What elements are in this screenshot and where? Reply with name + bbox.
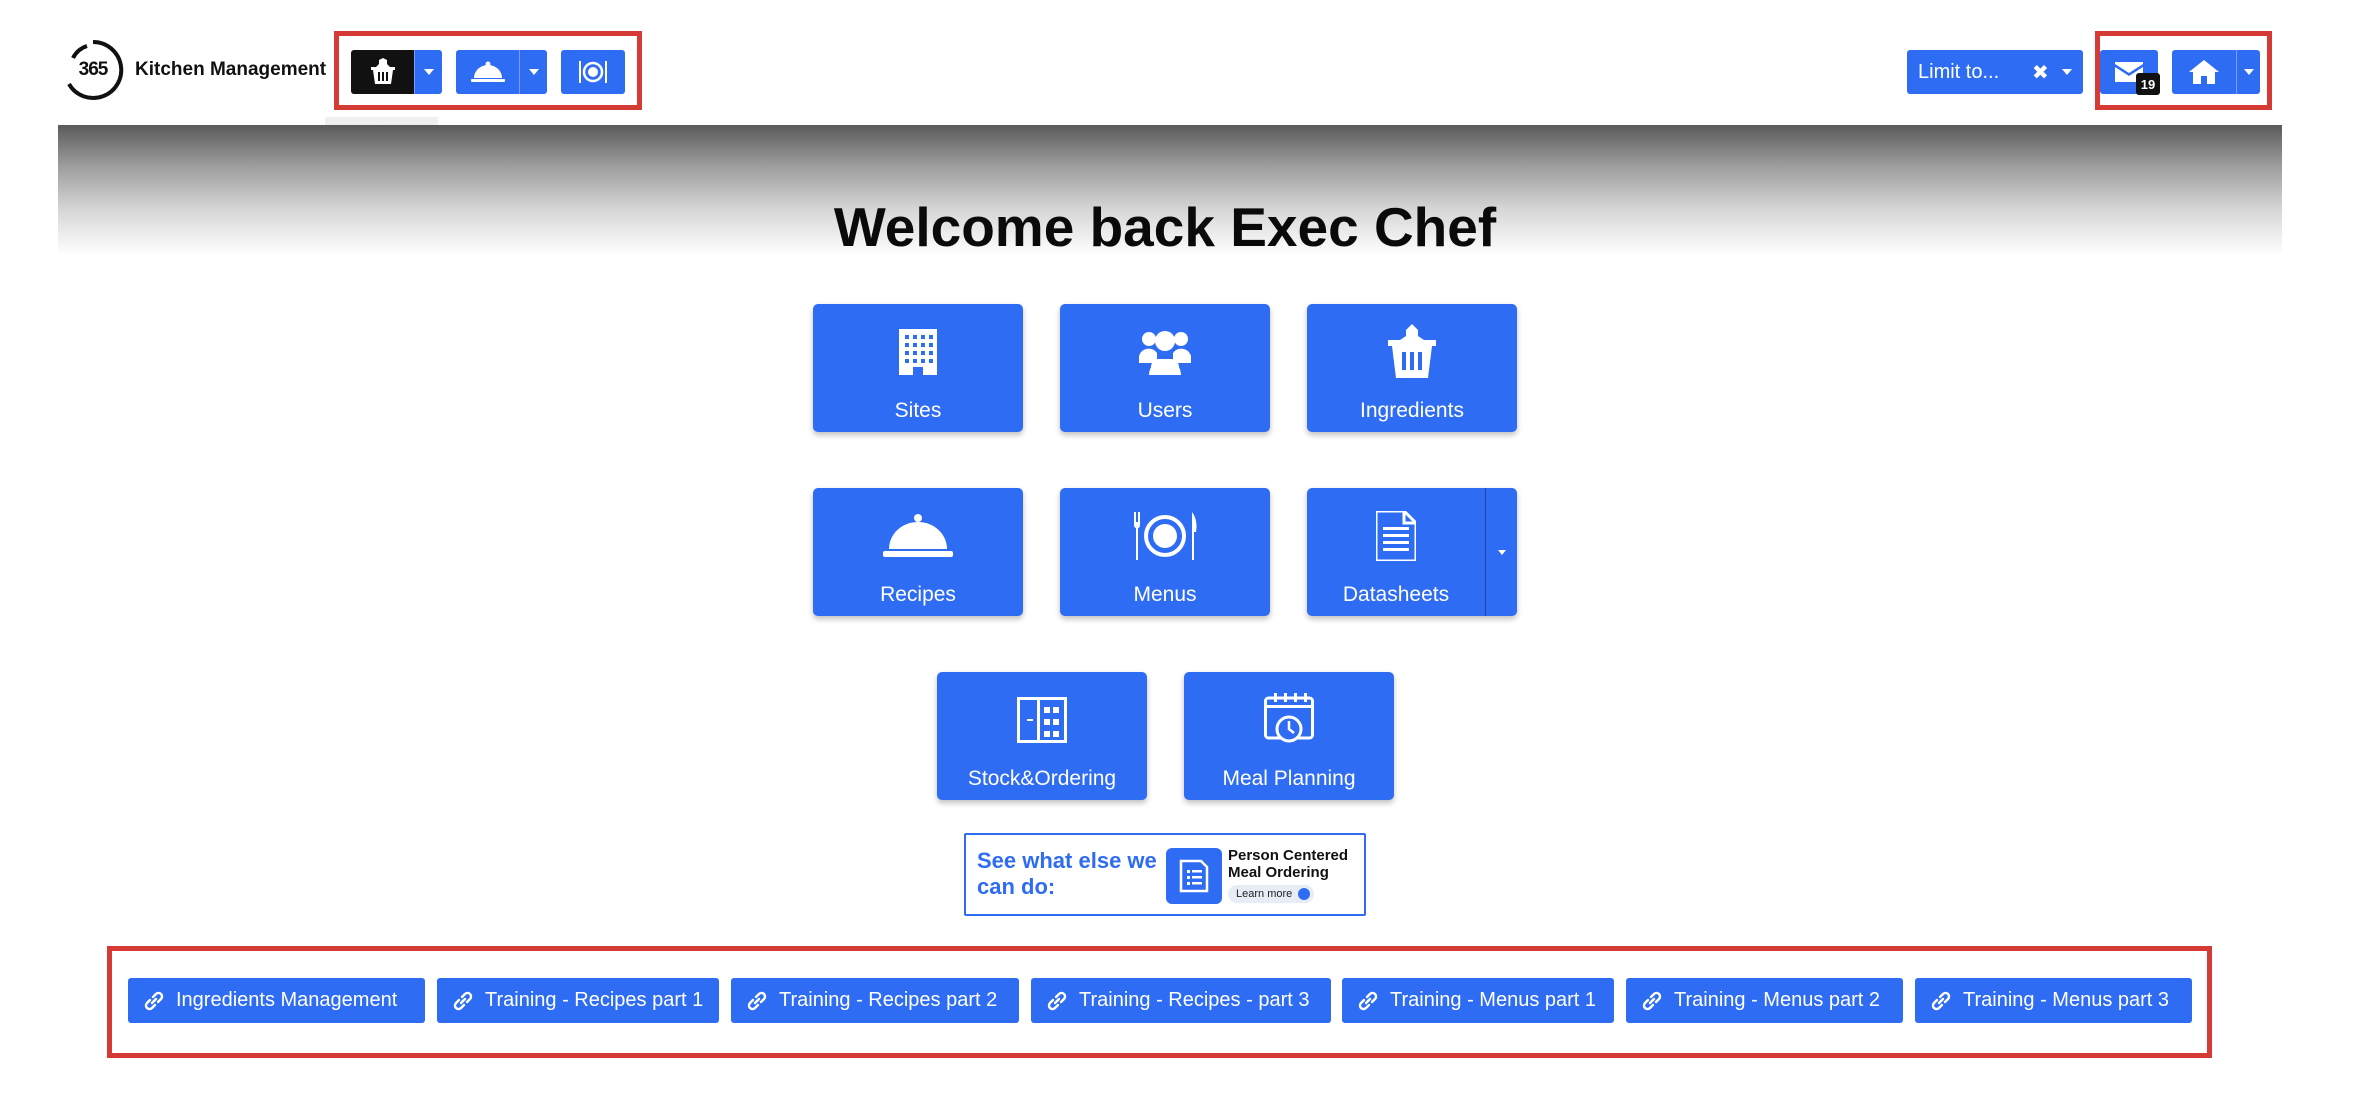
link-icon bbox=[144, 991, 164, 1010]
link-icon bbox=[1358, 991, 1378, 1010]
chevron-down-icon bbox=[528, 69, 539, 75]
arrow-circle-icon bbox=[1298, 888, 1311, 900]
basket-icon bbox=[370, 58, 395, 84]
tile-label: Datasheets bbox=[1342, 583, 1450, 606]
users-icon bbox=[1139, 331, 1191, 375]
link-training-menus-2[interactable]: Training - Menus part 2 bbox=[1626, 978, 1903, 1023]
home-button[interactable] bbox=[2172, 50, 2236, 94]
link-icon bbox=[747, 991, 767, 1010]
ingredients-dropdown-toggle[interactable] bbox=[414, 50, 442, 94]
link-training-menus-3[interactable]: Training - Menus part 3 bbox=[1915, 978, 2192, 1023]
chevron-down-icon[interactable] bbox=[2062, 69, 2072, 75]
tile-label: Menus bbox=[1133, 583, 1197, 606]
cloche-icon bbox=[470, 61, 505, 82]
message-count-badge: 19 bbox=[2136, 73, 2160, 95]
link-label: Ingredients Management bbox=[176, 989, 398, 1011]
tile-datasheets[interactable]: Datasheets bbox=[1307, 488, 1517, 616]
chevron-down-icon bbox=[423, 69, 434, 75]
tile-label: Recipes bbox=[880, 583, 956, 606]
page-title: Welcome back Exec Chef bbox=[833, 196, 1497, 258]
link-label: Training - Menus part 3 bbox=[1963, 989, 2170, 1011]
learn-more-button[interactable]: Learn more bbox=[1228, 885, 1315, 903]
tile-stock-ordering[interactable]: Stock&Ordering bbox=[937, 672, 1147, 800]
home-dropdown-toggle[interactable] bbox=[2236, 50, 2260, 94]
chevron-down-icon bbox=[2243, 69, 2254, 75]
recipes-dropdown-toggle[interactable] bbox=[519, 50, 547, 94]
link-label: Training - Menus part 1 bbox=[1390, 989, 1597, 1011]
promo-title: Person Centered Meal Ordering bbox=[1228, 847, 1349, 881]
tile-menus[interactable]: Menus bbox=[1060, 488, 1270, 616]
promo-document-icon bbox=[1166, 848, 1222, 904]
building-icon bbox=[899, 329, 937, 375]
link-label: Training - Menus part 2 bbox=[1674, 989, 1881, 1011]
link-training-recipes-2[interactable]: Training - Recipes part 2 bbox=[731, 978, 1019, 1023]
link-ingredients-management[interactable]: Ingredients Management bbox=[128, 978, 425, 1023]
tile-label: Meal Planning bbox=[1222, 767, 1356, 790]
limit-to-filter[interactable]: Limit to... ✖ bbox=[1907, 50, 2083, 94]
plate-cutlery-icon bbox=[1134, 512, 1197, 560]
plate-cutlery-icon bbox=[579, 61, 607, 83]
tile-label: Sites bbox=[894, 399, 942, 422]
link-training-menus-1[interactable]: Training - Menus part 1 bbox=[1342, 978, 1614, 1023]
tile-label: Users bbox=[1137, 399, 1193, 422]
logo-circle-icon: 365 bbox=[61, 38, 125, 102]
link-label: Training - Recipes - part 3 bbox=[1079, 989, 1310, 1011]
link-icon bbox=[453, 991, 473, 1010]
tile-users[interactable]: Users bbox=[1060, 304, 1270, 432]
menus-shortcut-button[interactable] bbox=[561, 50, 625, 94]
tile-label: Ingredients bbox=[1360, 399, 1464, 422]
shelves-icon bbox=[1017, 697, 1067, 743]
tile-sites[interactable]: Sites bbox=[813, 304, 1023, 432]
document-icon bbox=[1376, 511, 1416, 561]
top-navbar: 365 Kitchen Management Ingredients Lim bbox=[0, 0, 2380, 155]
home-icon bbox=[2189, 60, 2219, 84]
clear-filter-icon[interactable]: ✖ bbox=[2032, 60, 2049, 85]
link-icon bbox=[1642, 991, 1662, 1010]
link-training-recipes-3[interactable]: Training - Recipes - part 3 bbox=[1031, 978, 1331, 1023]
limit-to-label: Limit to... bbox=[1918, 60, 2000, 83]
link-icon bbox=[1047, 991, 1067, 1010]
link-label: Training - Recipes part 1 bbox=[485, 989, 704, 1011]
tile-recipes[interactable]: Recipes bbox=[813, 488, 1023, 616]
cloche-icon bbox=[883, 514, 953, 557]
tile-ingredients[interactable]: Ingredients bbox=[1307, 304, 1517, 432]
recipes-shortcut-button[interactable] bbox=[456, 50, 519, 94]
promo-text: See what else we can do: bbox=[977, 848, 1157, 899]
calendar-clock-icon bbox=[1264, 693, 1314, 743]
logo-number: 365 bbox=[78, 59, 109, 80]
learn-more-label: Learn more bbox=[1236, 888, 1293, 900]
basket-icon bbox=[1388, 324, 1436, 378]
tile-meal-planning[interactable]: Meal Planning bbox=[1184, 672, 1394, 800]
link-label: Training - Recipes part 2 bbox=[779, 989, 998, 1011]
tile-label: Stock&Ordering bbox=[967, 767, 1117, 790]
ingredients-shortcut-button[interactable] bbox=[351, 50, 414, 94]
app-name: Kitchen Management bbox=[135, 59, 327, 80]
datasheets-dropdown-toggle[interactable] bbox=[1485, 488, 1517, 616]
link-icon bbox=[1931, 991, 1951, 1010]
link-training-recipes-1[interactable]: Training - Recipes part 1 bbox=[437, 978, 719, 1023]
promo-banner[interactable]: See what else we can do: Person Centered… bbox=[964, 833, 1366, 916]
app-logo[interactable]: 365 Kitchen Management bbox=[61, 38, 326, 102]
chevron-down-icon bbox=[1497, 549, 1506, 555]
